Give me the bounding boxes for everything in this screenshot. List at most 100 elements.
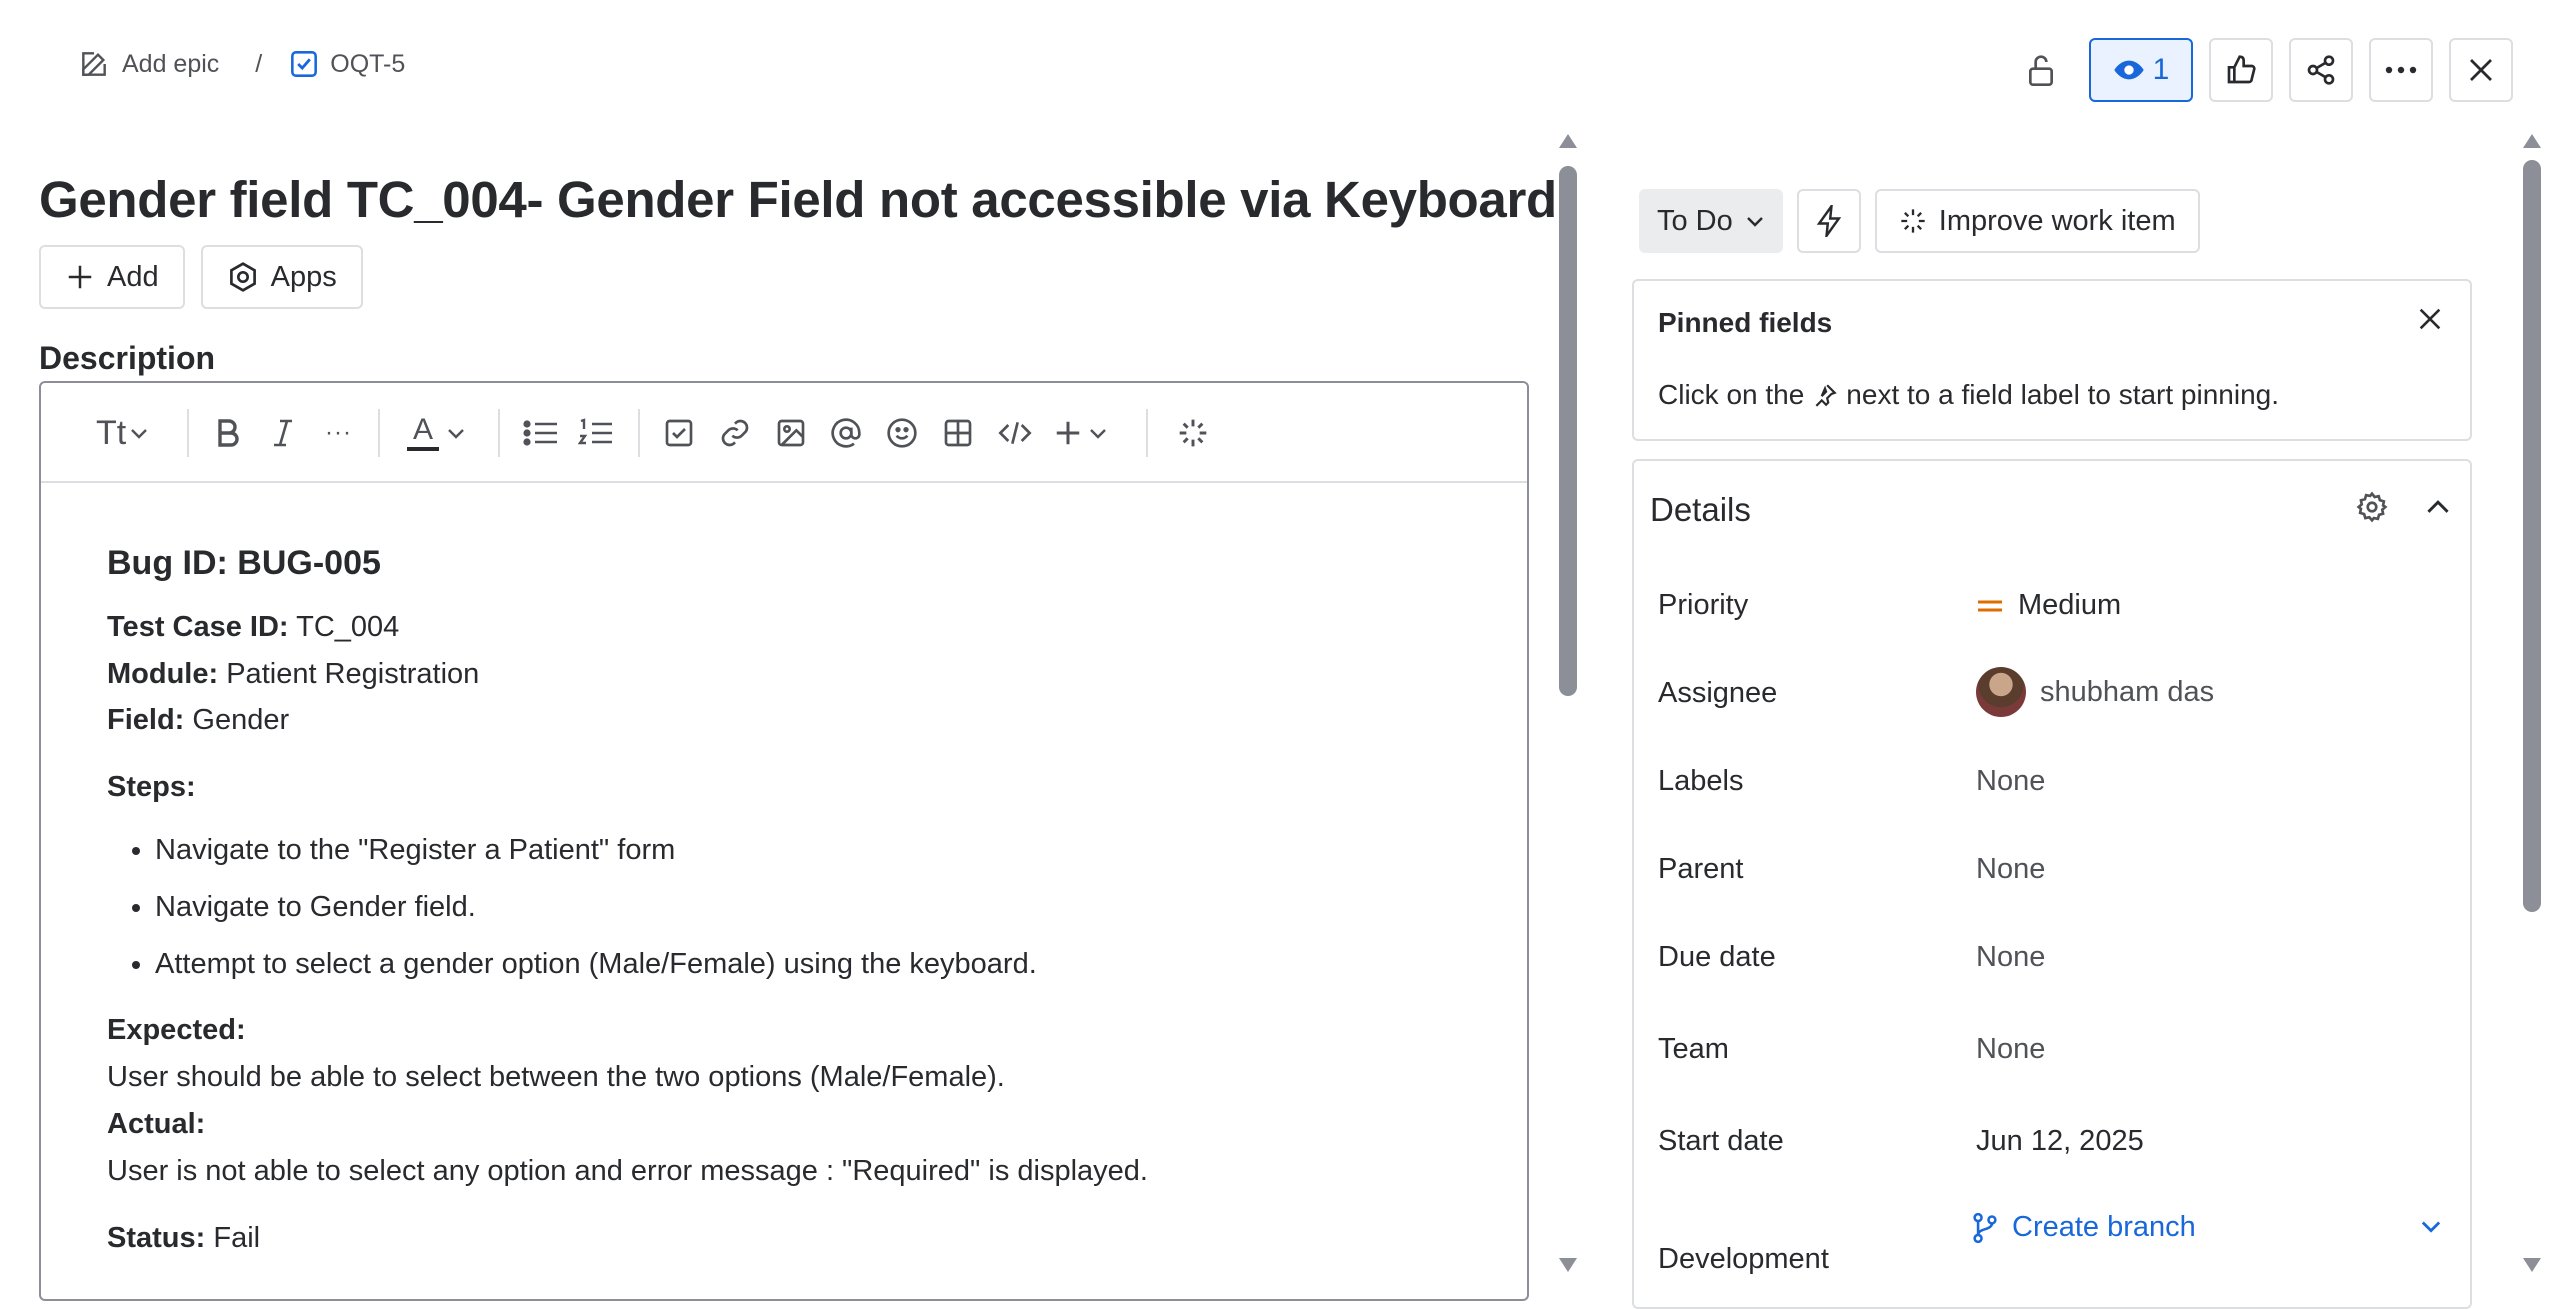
labels-label: Labels [1658,765,1744,797]
field-label: Field: [107,704,185,737]
chevron-down-icon [1745,215,1765,227]
text-style-dropdown[interactable]: Tt [96,413,148,453]
text-color-dropdown[interactable]: A [407,413,465,453]
improve-work-item-button[interactable]: Improve work item [1874,189,2200,253]
pinned-msg-after: next to a field label to start pinning. [1846,379,2280,410]
code-button[interactable] [997,413,1033,453]
text-style-label: Tt [96,413,127,452]
italic-icon [272,418,294,448]
gear-icon[interactable] [2356,491,2388,523]
due-date-label: Due date [1658,941,1776,973]
toolbar-divider [187,409,189,457]
assignee-name: shubham das [2040,675,2215,708]
pinned-msg-before: Click on the [1658,379,1805,410]
create-branch-label: Create branch [2012,1211,2196,1243]
lightning-icon [1816,205,1842,237]
priority-medium-icon [1976,596,2004,616]
table-icon [942,417,974,449]
action-item-button[interactable] [663,413,695,453]
side-scrollbar-thumb[interactable] [2523,160,2541,912]
description-editor[interactable]: Tt ··· A Bug ID: BUG-005 Test Case ID: T… [39,381,1529,1301]
issue-key-link[interactable]: OQT-5 [290,50,405,79]
italic-button[interactable] [272,413,294,453]
sparkle-icon [1899,207,1927,235]
insert-dropdown[interactable] [1053,413,1107,453]
ai-button[interactable] [1177,413,1209,453]
create-branch-link[interactable]: Create branch [1972,1211,2196,1244]
sparkle-icon [1177,417,1209,449]
scroll-up-arrow[interactable] [2523,134,2541,148]
bold-button[interactable] [216,413,240,453]
labels-value[interactable]: None [1976,765,2045,798]
module-line: Module: Patient Registration [107,657,1148,692]
table-button[interactable] [942,413,974,453]
apps-button[interactable]: Apps [200,245,363,309]
task-checkbox-icon [290,50,318,78]
bullet-list-icon [523,418,559,448]
scroll-up-arrow[interactable] [1559,134,1577,148]
add-epic-label: Add epic [122,49,220,78]
start-date-value[interactable]: Jun 12, 2025 [1976,1125,2144,1158]
toolbar-divider [498,409,500,457]
due-date-value[interactable]: None [1976,941,2045,974]
more-formatting-button[interactable]: ··· [325,413,352,453]
main-scrollbar-thumb[interactable] [1559,166,1577,696]
issue-title[interactable]: Gender field TC_004- Gender Field not ac… [39,170,1557,229]
pinned-close-button[interactable] [2416,305,2444,333]
add-epic-link[interactable]: Add epic [78,48,219,80]
watchers-count: 1 [2152,53,2170,86]
watch-button[interactable]: 1 [2089,38,2193,102]
unlock-icon [2025,52,2057,88]
toolbar-divider [378,409,380,457]
more-actions-button[interactable] [2369,38,2433,102]
share-button[interactable] [2289,38,2353,102]
close-icon [2466,55,2496,85]
emoji-button[interactable] [886,413,918,453]
parent-value[interactable]: None [1976,853,2045,886]
pinned-fields-title: Pinned fields [1658,307,1833,338]
restrictions-button[interactable] [2009,38,2073,102]
step-item: Navigate to Gender field. [155,890,1148,925]
more-formatting-label: ··· [325,419,352,446]
eye-icon [2113,54,2145,86]
pin-icon [1812,382,1838,408]
step-item: Attempt to select a gender option (Male/… [155,947,1148,982]
close-button[interactable] [2449,38,2513,102]
add-button[interactable]: Add [39,245,185,309]
actual-label: Actual: [107,1107,206,1140]
numbered-list-button[interactable] [578,413,614,453]
status-dropdown[interactable]: To Do [1639,189,1783,253]
image-icon [775,417,807,449]
chevron-down-icon[interactable] [2420,1219,2442,1233]
chevron-down-icon [130,427,148,439]
scroll-down-arrow[interactable] [2523,1258,2541,1272]
image-button[interactable] [775,413,807,453]
avatar [1976,667,2026,717]
start-date-label: Start date [1658,1125,1784,1157]
bullet-list-button[interactable] [523,413,559,453]
chevron-down-icon [1089,427,1107,439]
vote-button[interactable] [2209,38,2273,102]
bold-icon [216,418,240,448]
apps-icon [227,261,259,293]
expected-label: Expected: [107,1014,246,1047]
details-panel: Details Priority Medium Assignee shubham… [1632,459,2472,1309]
issue-key: OQT-5 [330,49,406,78]
details-title: Details [1650,491,1751,528]
at-sign-icon [830,417,862,449]
priority-text: Medium [2018,589,2122,621]
test-case-label: Test Case ID: [107,610,289,643]
scroll-down-arrow[interactable] [1559,1258,1577,1272]
mention-button[interactable] [830,413,862,453]
steps-list: Navigate to the "Register a Patient" for… [107,833,1148,981]
development-label: Development [1658,1243,1829,1275]
plus-icon [65,262,95,292]
link-button[interactable] [719,413,751,453]
pinned-fields-panel: Pinned fields Click on the next to a fie… [1632,279,2472,441]
priority-value[interactable]: Medium [1976,589,2121,622]
status-row: To Do Improve work item [1639,189,2200,253]
automation-button[interactable] [1796,189,1861,253]
team-value[interactable]: None [1976,1033,2045,1066]
assignee-value[interactable]: shubham das [1976,667,2214,717]
chevron-up-icon[interactable] [2426,491,2450,523]
